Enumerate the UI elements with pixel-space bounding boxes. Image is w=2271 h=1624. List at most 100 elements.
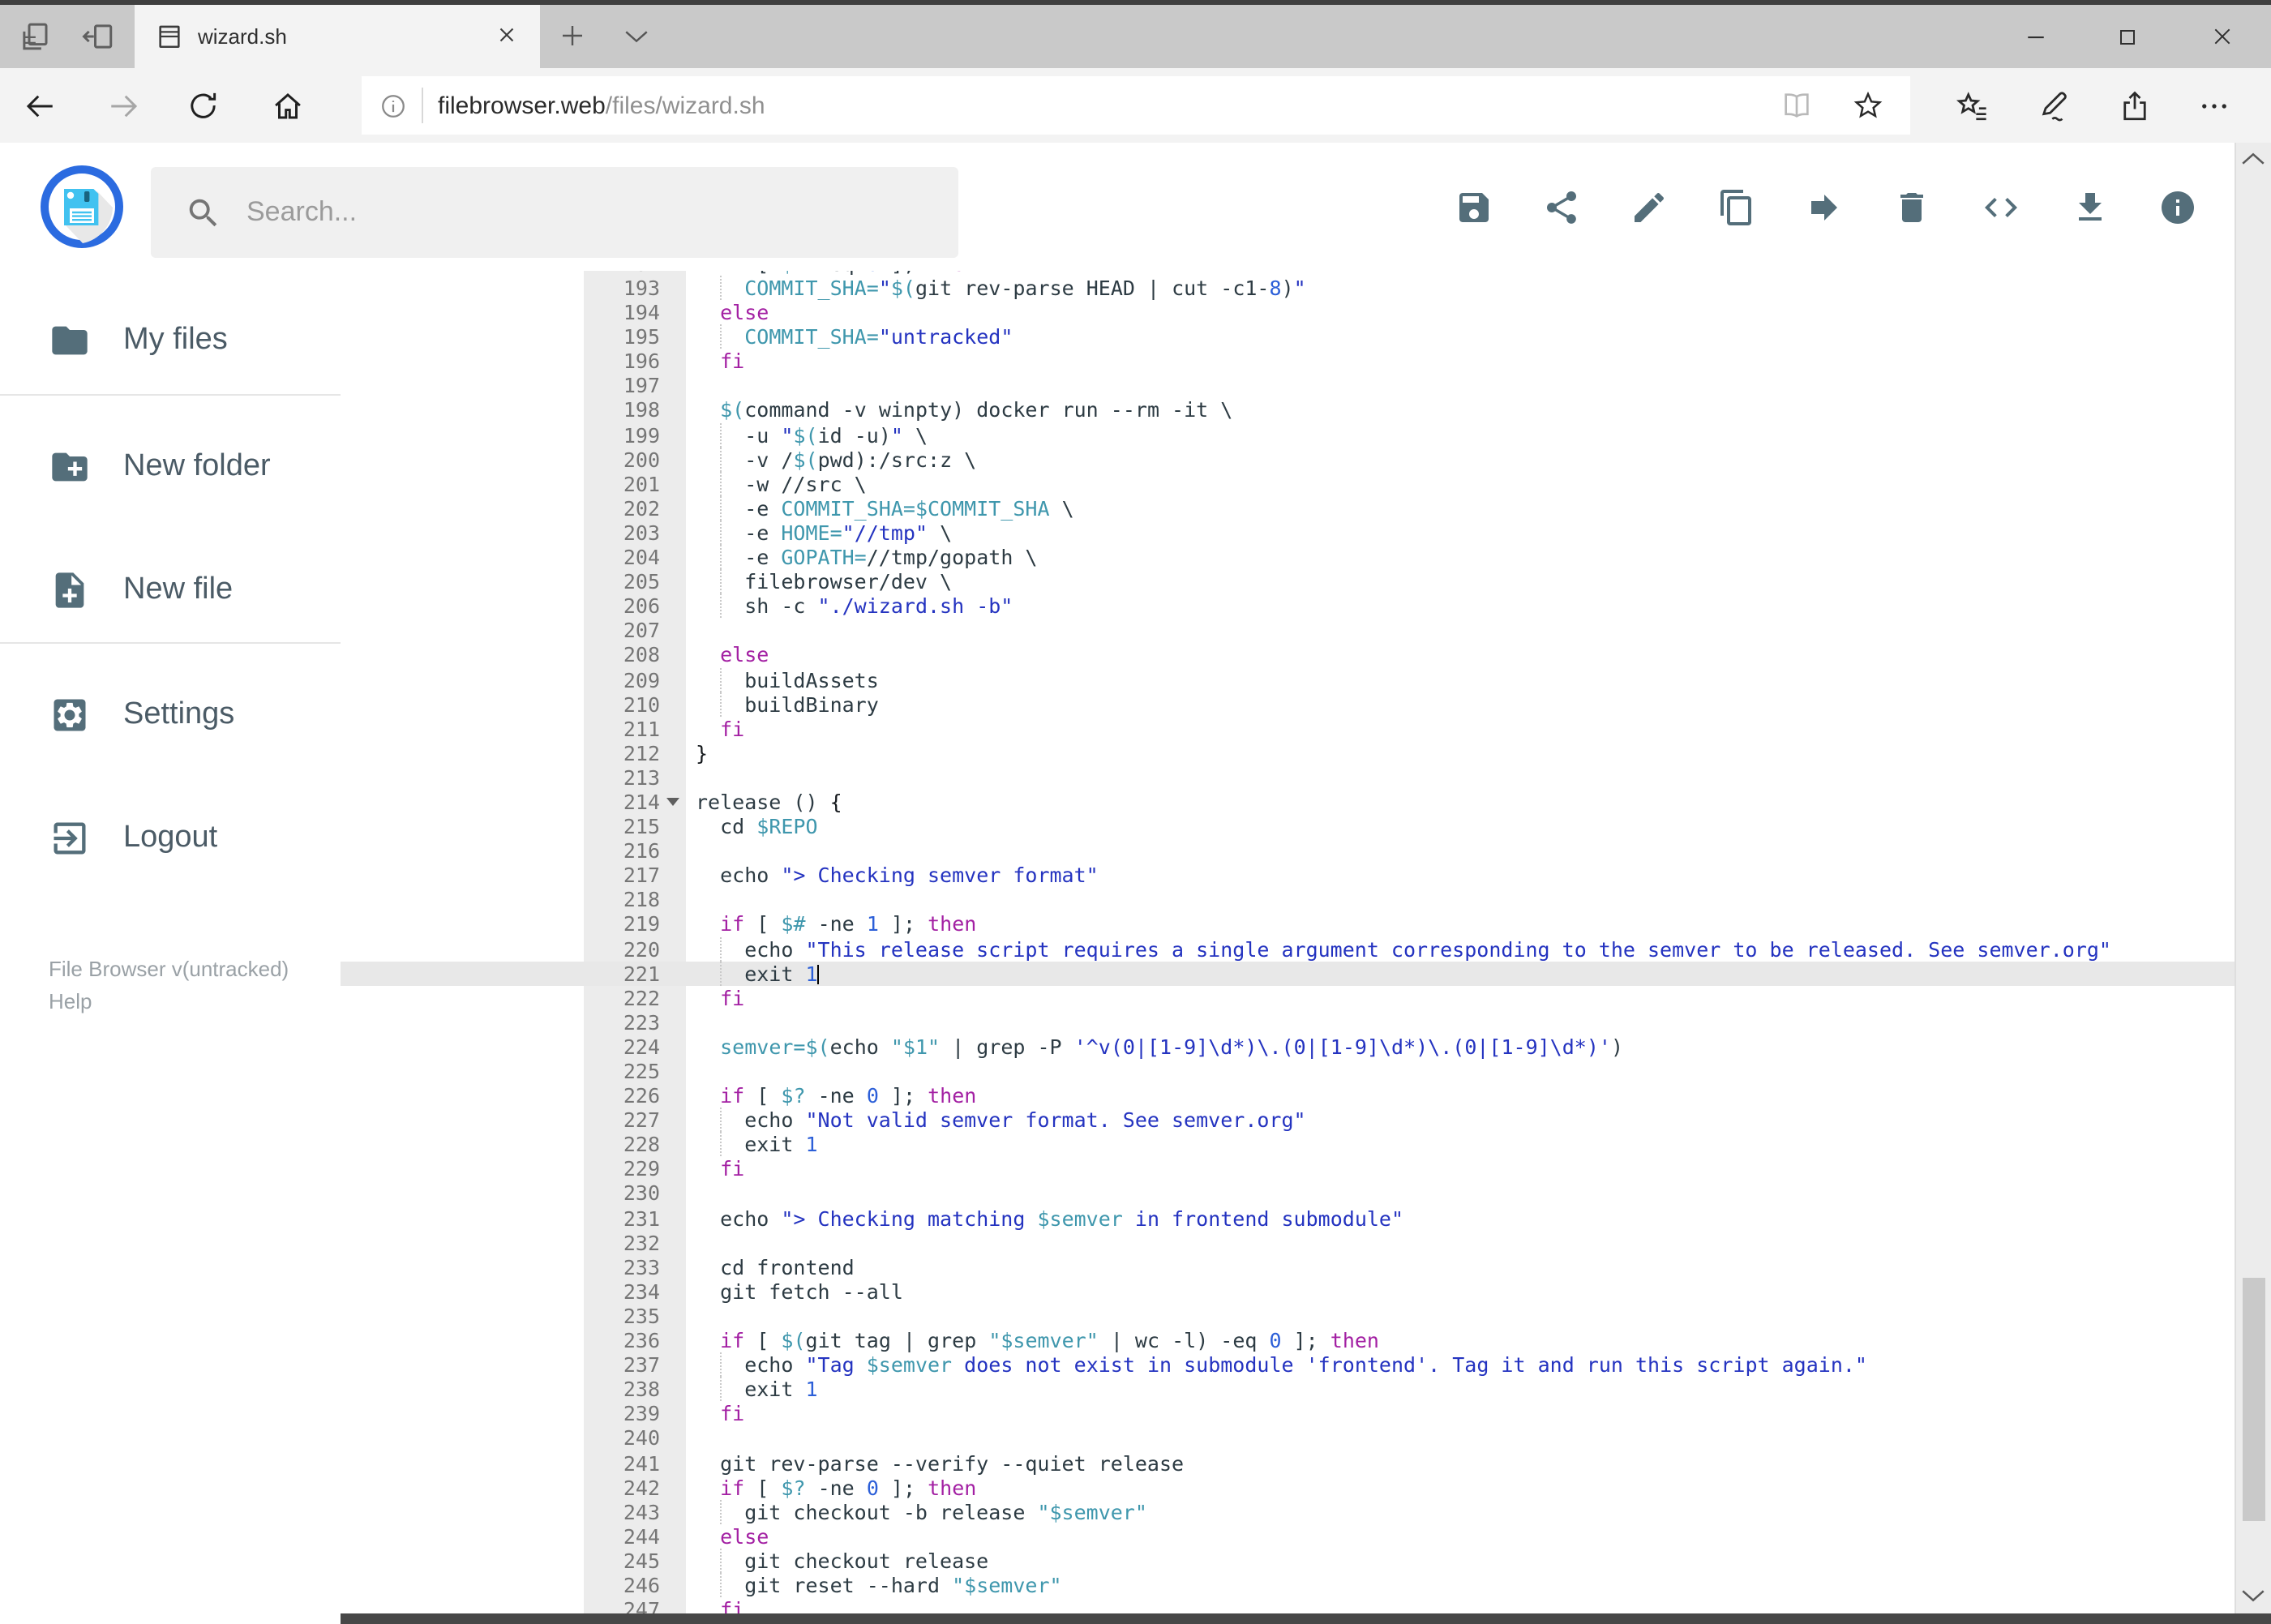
code-line[interactable]: 207: [341, 619, 2235, 643]
sidebar-help-link[interactable]: Help: [49, 989, 92, 1013]
copy-button[interactable]: [1716, 187, 1755, 226]
new-tab-icon[interactable]: [558, 21, 587, 50]
browser-tab[interactable]: wizard.sh: [135, 5, 540, 68]
code-line[interactable]: 240: [341, 1426, 2235, 1450]
code-line[interactable]: 245 git checkout release: [341, 1548, 2235, 1573]
code-line[interactable]: 225: [341, 1059, 2235, 1083]
scroll-up-icon[interactable]: [2239, 149, 2266, 169]
code-line[interactable]: 215 cd $REPO: [341, 814, 2235, 838]
site-info-icon[interactable]: [379, 92, 407, 119]
favorite-star-icon[interactable]: [1852, 89, 1884, 122]
refresh-icon[interactable]: [186, 89, 221, 123]
set-tabs-aside-icon[interactable]: [81, 19, 115, 54]
code-line[interactable]: 200 -v /$(pwd):/src:z \: [341, 447, 2235, 472]
reading-view-icon[interactable]: [1780, 89, 1813, 122]
code-line[interactable]: 193 COMMIT_SHA="$(git rev-parse HEAD | c…: [341, 276, 2235, 301]
code-line[interactable]: 197: [341, 374, 2235, 398]
code-line[interactable]: 231 echo "> Checking matching $semver in…: [341, 1206, 2235, 1230]
back-icon[interactable]: [23, 89, 57, 123]
code-line[interactable]: 203 -e HOME="//tmp" \: [341, 520, 2235, 546]
tab-preview-icon[interactable]: [18, 19, 52, 54]
code-editor[interactable]: 192 if [ $? -eq 0 ]; then193 COMMIT_SHA=…: [341, 271, 2235, 1613]
code-line[interactable]: 244 else: [341, 1524, 2235, 1549]
code-line[interactable]: 236 if [ $(git tag | grep "$semver" | wc…: [341, 1328, 2235, 1352]
code-line[interactable]: 206 sh -c "./wizard.sh -b": [341, 593, 2235, 619]
code-line[interactable]: 196 fi: [341, 349, 2235, 374]
code-line[interactable]: 224 semver=$(echo "$1" | grep -P '^v(0|[…: [341, 1035, 2235, 1059]
save-button[interactable]: [1454, 187, 1493, 226]
code-line[interactable]: 201 -w //src \: [341, 471, 2235, 496]
code-line[interactable]: 202 -e COMMIT_SHA=$COMMIT_SHA \: [341, 495, 2235, 521]
scrollbar-thumb[interactable]: [2242, 1278, 2265, 1521]
code-line[interactable]: 227 echo "Not valid semver format. See s…: [341, 1108, 2235, 1133]
line-number: 226: [623, 1083, 660, 1108]
maximize-button[interactable]: [2090, 5, 2165, 68]
code-line[interactable]: 205 filebrowser/dev \: [341, 569, 2235, 594]
forward-icon[interactable]: [107, 89, 141, 123]
url-box[interactable]: filebrowser.web/files/wizard.sh: [362, 76, 1910, 135]
edit-button[interactable]: [1629, 187, 1668, 226]
delete-button[interactable]: [1892, 187, 1930, 226]
tab-document-icon: [156, 23, 183, 50]
sidebar-version-text: File Browser v(untracked): [49, 957, 289, 981]
share-page-icon[interactable]: [2118, 89, 2152, 123]
code-line[interactable]: 226 if [ $? -ne 0 ]; then: [341, 1083, 2235, 1108]
code-line[interactable]: 222 fi: [341, 985, 2235, 1009]
code-line[interactable]: 247 fi: [341, 1597, 2235, 1613]
code-line[interactable]: 228 exit 1: [341, 1132, 2235, 1157]
code-line[interactable]: 213: [341, 765, 2235, 790]
code-line[interactable]: 230: [341, 1181, 2235, 1206]
code-line[interactable]: 199 -u "$(id -u)" \: [341, 422, 2235, 448]
move-button[interactable]: [1804, 187, 1843, 226]
search-input[interactable]: Search...: [151, 167, 958, 258]
horizontal-scrollbar[interactable]: [341, 1613, 2271, 1624]
code-line[interactable]: 218: [341, 888, 2235, 912]
code-line[interactable]: 217 echo "> Checking semver format": [341, 863, 2235, 888]
close-tab-icon[interactable]: [495, 23, 519, 47]
info-button[interactable]: [2157, 187, 2196, 226]
fold-marker-icon[interactable]: [666, 797, 679, 806]
code-view-button[interactable]: [1979, 187, 2021, 226]
code-line[interactable]: 221 exit 1: [341, 961, 2235, 986]
share-button[interactable]: [1541, 187, 1580, 226]
code-line[interactable]: 246 git reset --hard "$semver": [341, 1572, 2235, 1598]
minimize-button[interactable]: [1998, 5, 2072, 68]
more-dots-icon[interactable]: [2197, 89, 2231, 123]
code-line[interactable]: 209 buildAssets: [341, 667, 2235, 692]
code-line[interactable]: 198 $(command -v winpty) docker run --rm…: [341, 398, 2235, 422]
code-line[interactable]: 195 COMMIT_SHA="untracked": [341, 324, 2235, 349]
code-line[interactable]: 234 git fetch --all: [341, 1279, 2235, 1304]
close-window-button[interactable]: [2184, 5, 2259, 68]
code-line[interactable]: 220 echo "This release script requires a…: [341, 936, 2235, 962]
code-line[interactable]: 212}: [341, 741, 2235, 765]
code-line[interactable]: 214 release () {: [341, 790, 2235, 814]
code-line[interactable]: 238 exit 1: [341, 1377, 2235, 1402]
code-line[interactable]: 235: [341, 1304, 2235, 1328]
code-line[interactable]: 223: [341, 1010, 2235, 1035]
vertical-scrollbar[interactable]: [2234, 143, 2271, 1624]
code-line[interactable]: 211 fi: [341, 716, 2235, 740]
code-line[interactable]: 232: [341, 1230, 2235, 1254]
hub-favorites-icon[interactable]: [1956, 89, 1990, 123]
code-line[interactable]: 210 buildBinary: [341, 692, 2235, 717]
code-line[interactable]: 216: [341, 838, 2235, 863]
code-line[interactable]: 229 fi: [341, 1157, 2235, 1181]
code-line[interactable]: 194 else: [341, 300, 2235, 324]
scroll-down-icon[interactable]: [2239, 1585, 2266, 1605]
code-line[interactable]: 242 if [ $? -ne 0 ]; then: [341, 1475, 2235, 1499]
code-line[interactable]: 233 cd frontend: [341, 1255, 2235, 1279]
code-text: sh -c "./wizard.sh -b": [696, 593, 1013, 619]
tab-list-chevron-icon[interactable]: [623, 26, 650, 47]
home-icon[interactable]: [271, 89, 305, 123]
code-line[interactable]: 239 fi: [341, 1402, 2235, 1426]
download-button[interactable]: [2070, 187, 2109, 226]
web-note-pen-icon[interactable]: [2037, 89, 2071, 123]
code-line[interactable]: 204 -e GOPATH=//tmp/gopath \: [341, 545, 2235, 570]
filebrowser-floppy-logo[interactable]: [39, 164, 125, 250]
code-line[interactable]: 219 if [ $# -ne 1 ]; then: [341, 912, 2235, 936]
code-line[interactable]: 243 git checkout -b release "$semver": [341, 1499, 2235, 1524]
url-text[interactable]: filebrowser.web/files/wizard.sh: [438, 92, 765, 119]
code-line[interactable]: 241 git rev-parse --verify --quiet relea…: [341, 1450, 2235, 1475]
code-line[interactable]: 237 echo "Tag $semver does not exist in …: [341, 1352, 2235, 1378]
code-line[interactable]: 208 else: [341, 643, 2235, 667]
